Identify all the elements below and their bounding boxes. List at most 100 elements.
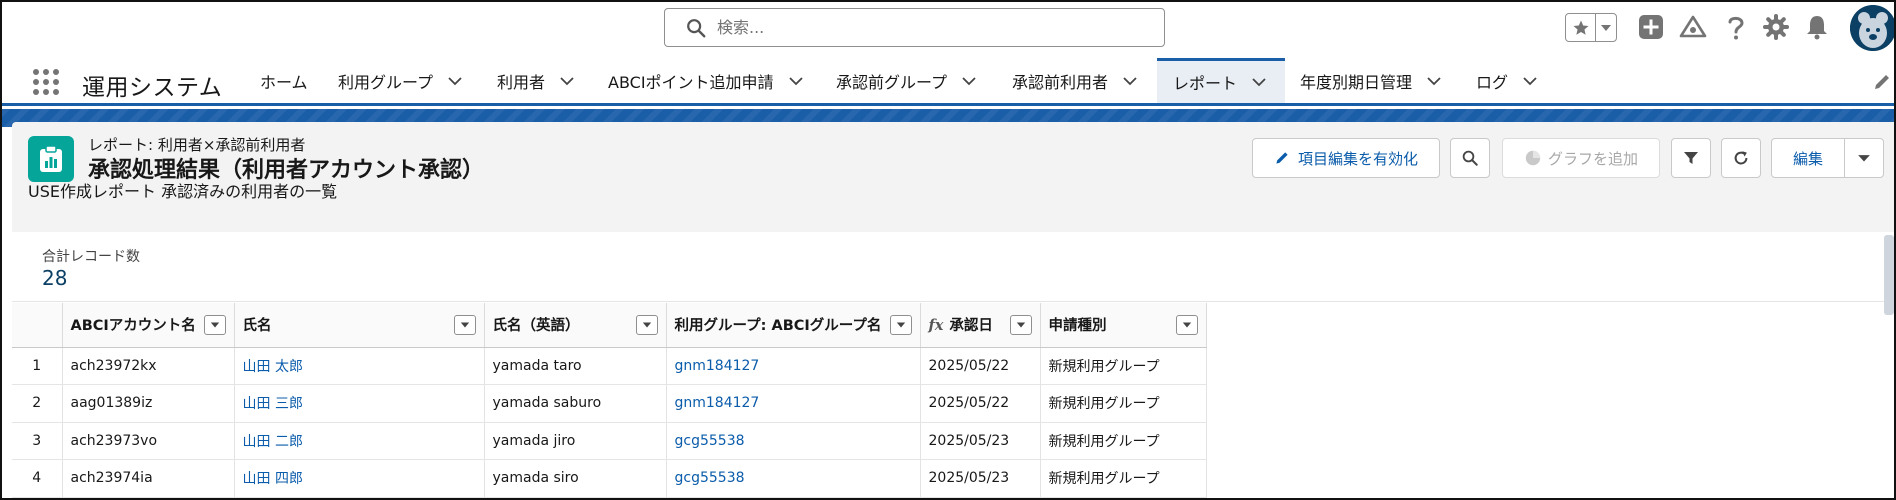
nav-tab-label: ABCIポイント追加申請 [608, 72, 774, 92]
nav-tab-label: 利用者 [497, 72, 546, 92]
app-frame: 運用システム ホーム 利用グループ 利用者 ABCIポイント追加申請 承認前グル… [0, 0, 1896, 500]
column-menu-button[interactable] [1009, 314, 1032, 335]
setup-button[interactable] [1759, 10, 1793, 44]
chevron-down-icon[interactable] [961, 73, 977, 89]
column-header-name[interactable]: 氏名 [234, 303, 485, 348]
chevron-down-icon[interactable] [788, 73, 804, 89]
add-chart-label: グラフを追加 [1547, 149, 1638, 168]
edit-button[interactable]: 編集 [1771, 138, 1845, 178]
add-chart-button[interactable]: グラフを追加 [1502, 138, 1660, 178]
search-icon [1462, 150, 1478, 166]
nav-tab-label: 利用グループ [338, 72, 434, 92]
row-number-header [12, 303, 63, 348]
row-number: 1 [12, 347, 63, 385]
favorite-star-button[interactable] [1566, 14, 1596, 41]
cell-group-link[interactable]: gnm184127 [666, 347, 921, 385]
chevron-down-icon[interactable] [1251, 74, 1267, 90]
report-header: レポート: 利用者×承認前利用者 承認処理結果（利用者アカウント承認） USE作… [12, 122, 1894, 232]
column-menu-button[interactable] [203, 314, 226, 335]
cell-name-link[interactable]: 山田 四郎 [234, 459, 485, 498]
nav-tab-users[interactable]: 利用者 [497, 58, 575, 103]
global-search[interactable] [664, 8, 1165, 47]
nav-tab-abci-point-request[interactable]: ABCIポイント追加申請 [608, 58, 804, 103]
caret-down-icon [460, 322, 469, 328]
pencil-icon[interactable] [1872, 72, 1892, 92]
add-icon [1639, 15, 1663, 39]
column-header-application-type[interactable]: 申請種別 [1040, 303, 1207, 348]
cell-application-type: 新規利用グループ [1040, 384, 1207, 423]
chevron-down-icon[interactable] [447, 73, 463, 89]
report-description: USE作成レポート 承認済みの利用者の一覧 [28, 182, 338, 201]
trailhead-icon [1679, 15, 1707, 38]
table-row: 4 ach23974ia 山田 四郎 yamada siro gcg55538 … [12, 459, 1207, 498]
row-number: 3 [12, 422, 63, 460]
enable-field-edit-label: 項目編集を有効化 [1297, 149, 1418, 168]
cell-name-link[interactable]: 山田 三郎 [234, 384, 485, 423]
report-search-button[interactable] [1450, 138, 1490, 178]
global-actions-button[interactable] [1634, 10, 1668, 44]
cell-abci-account: ach23973vo [62, 422, 235, 460]
nav-tab-pending-groups[interactable]: 承認前グループ [836, 58, 977, 103]
column-header-abci-account[interactable]: ABCIアカウント名 [62, 303, 235, 348]
chevron-down-icon[interactable] [1426, 73, 1442, 89]
cell-group-link[interactable]: gcg55538 [666, 422, 921, 460]
nav-tab-user-groups[interactable]: 利用グループ [338, 58, 463, 103]
cell-group-link[interactable]: gnm184127 [666, 384, 921, 423]
chevron-down-icon[interactable] [1522, 73, 1538, 89]
enable-field-edit-button[interactable]: 項目編集を有効化 [1252, 138, 1440, 178]
nav-tab-logs[interactable]: ログ [1476, 58, 1538, 103]
cell-application-type: 新規利用グループ [1040, 422, 1207, 460]
cell-name-link[interactable]: 山田 太郎 [234, 347, 485, 385]
column-menu-button[interactable] [453, 314, 476, 335]
nav-tab-reports[interactable]: レポート [1157, 58, 1285, 103]
cell-group-link[interactable]: gcg55538 [666, 459, 921, 498]
report-table: ABCIアカウント名 氏名 氏名（英語） 利用グループ: ABCIグループ名 f… [12, 303, 1207, 498]
column-menu-button[interactable] [1175, 314, 1198, 335]
bell-icon [1807, 16, 1827, 40]
column-header-abci-group[interactable]: 利用グループ: ABCIグループ名 [666, 303, 921, 348]
caret-down-icon [896, 322, 905, 328]
report-summary: 合計レコード数 28 [12, 232, 1888, 302]
caret-down-icon [642, 322, 651, 328]
scrollbar-thumb[interactable] [1884, 235, 1894, 315]
column-header-label: 承認日 [949, 318, 993, 335]
total-records-value: 28 [42, 266, 68, 290]
chevron-down-icon[interactable] [1122, 73, 1138, 89]
cell-abci-account: aag01389iz [62, 384, 235, 423]
column-menu-button[interactable] [635, 314, 658, 335]
cell-name-link[interactable]: 山田 二郎 [234, 422, 485, 460]
cell-application-type: 新規利用グループ [1040, 459, 1207, 498]
favorites-button-group[interactable] [1565, 13, 1617, 42]
star-icon [1573, 20, 1588, 35]
nav-tab-label: ホーム [260, 72, 308, 92]
help-icon [1728, 16, 1744, 40]
cell-approval-date: 2025/05/23 [920, 422, 1041, 460]
notifications-button[interactable] [1800, 10, 1834, 44]
search-input[interactable] [717, 18, 1117, 37]
chart-icon [1525, 150, 1541, 166]
favorites-menu-button[interactable] [1596, 14, 1616, 41]
user-avatar[interactable] [1850, 5, 1894, 51]
column-header-approval-date[interactable]: fx 承認日 [920, 303, 1041, 348]
nav-tab-label: レポート [1173, 74, 1238, 93]
caret-down-icon [1016, 322, 1025, 328]
app-launcher-icon[interactable] [32, 68, 60, 96]
edit-menu-button[interactable] [1844, 138, 1884, 178]
chevron-down-icon[interactable] [559, 73, 575, 89]
table-row: 2 aag01389iz 山田 三郎 yamada saburo gnm1841… [12, 384, 1207, 423]
edit-label: 編集 [1792, 149, 1823, 168]
cell-abci-account: ach23974ia [62, 459, 235, 498]
refresh-button[interactable] [1721, 138, 1761, 178]
search-icon [687, 18, 706, 37]
column-header-name-english[interactable]: 氏名（英語） [484, 303, 667, 348]
nav-tab-pending-users[interactable]: 承認前利用者 [1012, 58, 1138, 103]
help-button[interactable] [1719, 10, 1753, 44]
clipboard-icon [40, 145, 62, 172]
cell-abci-account: ach23972kx [62, 347, 235, 385]
nav-tab-home[interactable]: ホーム [260, 58, 308, 103]
filter-button[interactable] [1671, 138, 1711, 178]
nav-tab-fiscal-deadlines[interactable]: 年度別期日管理 [1300, 58, 1442, 103]
column-header-label: ABCIアカウント名 [70, 318, 196, 335]
column-menu-button[interactable] [889, 314, 912, 335]
trailhead-button[interactable] [1676, 10, 1710, 44]
